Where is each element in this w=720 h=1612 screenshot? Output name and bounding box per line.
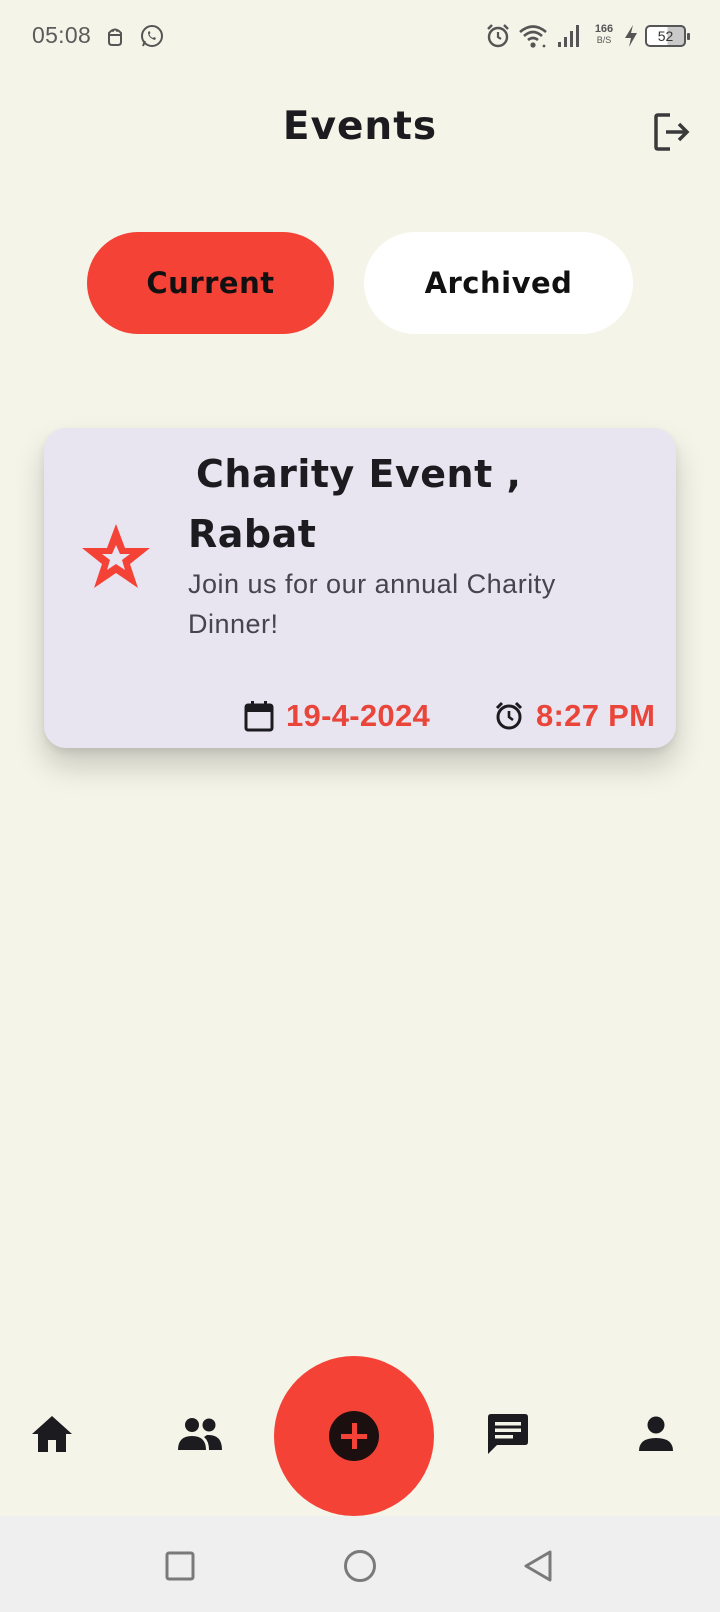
recents-button[interactable]: [158, 1544, 202, 1588]
group-icon: [178, 1418, 222, 1450]
recents-icon: [165, 1551, 195, 1581]
network-speed-unit: B/S: [596, 35, 612, 45]
calendar-icon: [244, 701, 274, 732]
status-bar: 05:08 166 B/S 52: [0, 0, 720, 72]
status-time: 05:08: [32, 22, 92, 48]
add-icon: [329, 1411, 379, 1461]
event-date: 19-4-2024: [244, 696, 430, 736]
event-description-line2: Dinner!: [188, 609, 279, 639]
event-card[interactable]: Charity Event , Rabat Join us for our an…: [44, 428, 676, 748]
nav-chat-button[interactable]: [476, 1402, 540, 1466]
event-description-line1: Join us for our annual Charity: [188, 569, 556, 599]
star-icon: [82, 524, 150, 588]
person-icon: [639, 1416, 673, 1451]
charging-icon: [622, 20, 640, 52]
home-icon: [32, 1416, 72, 1452]
system-navigation: [0, 1516, 720, 1612]
event-date-text: 19-4-2024: [286, 698, 431, 733]
event-description: Join us for our annual Charity Dinner!: [188, 564, 608, 644]
nav-profile-button[interactable]: [624, 1402, 688, 1466]
chat-icon: [488, 1414, 528, 1454]
event-time: 8:27 PM: [494, 696, 655, 736]
event-title: Charity Event , Rabat: [188, 444, 628, 564]
home-system-button[interactable]: [338, 1544, 382, 1588]
network-speed-value: 166: [594, 23, 614, 35]
alarm-clock-icon: [495, 701, 523, 730]
events-screen: 05:08 166 B/S 52 Events Current Archived…: [0, 0, 720, 1612]
event-title-line1: Charity Event ,: [196, 452, 522, 496]
back-button[interactable]: [516, 1544, 560, 1588]
nav-people-button[interactable]: [168, 1402, 232, 1466]
whatsapp-icon: [139, 20, 165, 52]
alarm-icon: [485, 20, 511, 52]
nav-home-button[interactable]: [20, 1402, 84, 1466]
battery-icon: 52: [645, 25, 690, 47]
tab-archived[interactable]: Archived: [364, 232, 633, 334]
battery-level: 52: [657, 28, 674, 44]
android-icon: [104, 20, 126, 52]
logout-icon: [654, 113, 690, 151]
back-icon: [524, 1550, 552, 1582]
home-circle-icon: [344, 1550, 376, 1582]
add-event-button[interactable]: [274, 1356, 434, 1516]
tab-archived-label: Archived: [424, 266, 573, 300]
event-title-line2: Rabat: [188, 512, 317, 556]
tab-current[interactable]: Current: [87, 232, 334, 334]
signal-icon: [556, 20, 582, 52]
network-speed: 166 B/S: [590, 24, 618, 46]
page-title: Events: [282, 104, 438, 149]
wifi-icon: [518, 20, 548, 52]
event-time-text: 8:27 PM: [536, 698, 656, 733]
tab-current-label: Current: [146, 266, 275, 300]
logout-button[interactable]: [650, 110, 694, 154]
